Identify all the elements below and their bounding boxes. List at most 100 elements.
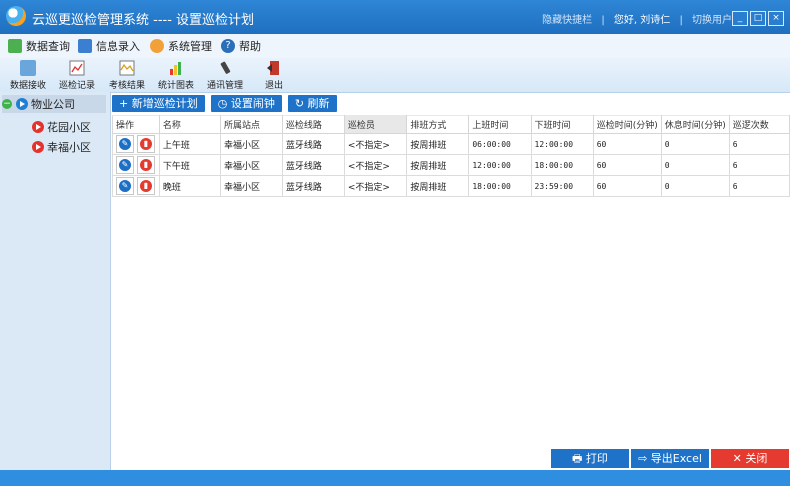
col-header-schedule: 排班方式 — [406, 115, 470, 134]
cell-duration: 60 — [592, 154, 662, 176]
col-header-ops: 操作 — [112, 115, 160, 134]
minimize-button[interactable]: _ — [732, 11, 748, 26]
cell-duration: 60 — [592, 133, 662, 155]
edit-button[interactable]: ✎ — [116, 156, 134, 174]
patrol-record-icon — [69, 60, 85, 76]
menu-label: 数据查询 — [26, 40, 70, 53]
tool-data-receive[interactable]: 数据接收 — [3, 60, 53, 91]
maximize-button[interactable]: □ — [750, 11, 766, 26]
close-button[interactable]: ✕ 关闭 — [711, 449, 789, 468]
cell-count: 6 — [728, 154, 790, 176]
edit-icon: ✎ — [119, 159, 131, 171]
tool-label: 退出 — [264, 81, 283, 91]
edit-icon: ✎ — [119, 138, 131, 150]
user-greeting: 您好, 刘诗仁 — [613, 15, 671, 26]
window-controls: _ □ × — [732, 11, 784, 26]
chart-icon — [170, 62, 181, 75]
collapse-icon[interactable]: − — [2, 99, 12, 109]
menu-system-manage[interactable]: 系统管理 — [150, 38, 212, 54]
table-header-row: 操作 名称 所属站点 巡检线路 巡检员 排班方式 上班时间 下班时间 巡检时间(… — [112, 115, 790, 134]
app-logo-icon — [6, 6, 26, 26]
data-receive-icon — [20, 60, 36, 76]
tool-exit[interactable]: 退出 — [249, 60, 299, 91]
delete-button[interactable]: ▮ — [137, 135, 155, 153]
col-header-end: 下班时间 — [530, 115, 594, 134]
tool-label: 统计图表 — [157, 81, 194, 91]
cell-start: 12:00:00 — [468, 154, 532, 176]
title-bar: 云巡更巡检管理系统 ---- 设置巡检计划 隐藏快捷栏 | 您好, 刘诗仁 | … — [0, 0, 790, 34]
cell-schedule: 按周排班 — [406, 154, 470, 176]
close-window-button[interactable]: × — [768, 11, 784, 26]
row-ops: ✎ ▮ — [112, 133, 160, 155]
table-row[interactable]: ✎ ▮ 上午班 幸福小区 蓝牙线路 <不指定> 按周排班 06:00:00 12:… — [112, 133, 790, 155]
tool-label: 巡检记录 — [58, 81, 95, 91]
site-tree-panel: − 物业公司 花园小区 幸福小区 — [0, 92, 111, 470]
cell-rest: 0 — [660, 175, 730, 197]
col-header-duration: 巡检时间(分钟) — [592, 115, 662, 134]
edit-button[interactable]: ✎ — [116, 177, 134, 195]
trash-icon: ▮ — [140, 180, 152, 192]
cell-duration: 60 — [592, 175, 662, 197]
cell-name: 上午班 — [158, 133, 221, 155]
hide-shortcut-link[interactable]: 隐藏快捷栏 — [542, 15, 592, 26]
cell-count: 6 — [728, 133, 790, 155]
tree-node-label: 幸福小区 — [47, 141, 91, 154]
set-alarm-button[interactable]: ◷ 设置闹钟 — [210, 95, 282, 112]
table-row[interactable]: ✎ ▮ 下午班 幸福小区 蓝牙线路 <不指定> 按周排班 12:00:00 18:… — [112, 154, 790, 176]
table-row[interactable]: ✎ ▮ 晚班 幸福小区 蓝牙线路 <不指定> 按周排班 18:00:00 23:5… — [112, 175, 790, 197]
print-button[interactable]: 🖶 打印 — [551, 449, 629, 468]
refresh-button[interactable]: ↻ 刷新 — [287, 95, 337, 112]
cell-rest: 0 — [660, 154, 730, 176]
tool-comm[interactable]: 通讯管理 — [200, 60, 250, 91]
cell-inspector: <不指定> — [343, 133, 408, 155]
tree-node-label: 花园小区 — [47, 121, 91, 134]
patrol-plan-table: 操作 名称 所属站点 巡检线路 巡检员 排班方式 上班时间 下班时间 巡检时间(… — [112, 115, 790, 197]
col-header-rest: 休息时间(分钟) — [660, 115, 730, 134]
cell-site: 幸福小区 — [219, 133, 283, 155]
cell-end: 12:00:00 — [530, 133, 594, 155]
window-title: 云巡更巡检管理系统 ---- 设置巡检计划 — [32, 13, 255, 28]
switch-user-link[interactable]: 切换用户 — [692, 15, 732, 26]
export-excel-button[interactable]: ⇨ 导出Excel — [631, 449, 709, 468]
site-node-icon — [32, 121, 44, 133]
cell-route: 蓝牙线路 — [281, 154, 345, 176]
tree-node-garden[interactable]: 花园小区 — [32, 119, 91, 135]
cell-route: 蓝牙线路 — [281, 133, 345, 155]
trash-icon: ▮ — [140, 159, 152, 171]
cell-schedule: 按周排班 — [406, 133, 470, 155]
tree-root-node[interactable]: − 物业公司 — [2, 95, 106, 113]
col-header-site: 所属站点 — [219, 115, 283, 134]
menu-info-entry[interactable]: 信息录入 — [78, 38, 140, 54]
tool-chart[interactable]: 统计图表 — [151, 60, 201, 91]
cell-site: 幸福小区 — [219, 175, 283, 197]
edit-button[interactable]: ✎ — [116, 135, 134, 153]
trash-icon: ▮ — [140, 138, 152, 150]
company-node-icon — [16, 98, 28, 110]
exit-icon — [267, 61, 279, 75]
bottom-margin — [0, 486, 790, 500]
add-plan-button[interactable]: + 新增巡检计划 — [112, 95, 205, 112]
status-bar — [0, 470, 790, 486]
tool-patrol-record[interactable]: 巡检记录 — [52, 60, 102, 91]
cell-start: 06:00:00 — [468, 133, 532, 155]
title-right-links: 隐藏快捷栏 | 您好, 刘诗仁 | 切换用户 — [542, 15, 732, 26]
col-header-start: 上班时间 — [468, 115, 532, 134]
delete-button[interactable]: ▮ — [137, 156, 155, 174]
row-ops: ✎ ▮ — [112, 175, 160, 197]
menu-help[interactable]: ? 帮助 — [221, 38, 261, 54]
cell-inspector: <不指定> — [343, 154, 408, 176]
tool-label: 考核结果 — [108, 81, 145, 91]
quick-toolbar: 数据接收 巡检记录 考核结果 统计图表 通讯管理 退出 — [0, 58, 790, 93]
tree-node-happiness[interactable]: 幸福小区 — [32, 139, 91, 155]
edit-icon: ✎ — [119, 180, 131, 192]
menu-bar: 数据查询 信息录入 系统管理 ? 帮助 — [0, 34, 790, 59]
tool-assessment[interactable]: 考核结果 — [102, 60, 152, 91]
menu-data-query[interactable]: 数据查询 — [8, 38, 70, 54]
cell-end: 23:59:00 — [530, 175, 594, 197]
delete-button[interactable]: ▮ — [137, 177, 155, 195]
col-header-route: 巡检线路 — [281, 115, 345, 134]
row-ops: ✎ ▮ — [112, 154, 160, 176]
cell-rest: 0 — [660, 133, 730, 155]
col-header-name: 名称 — [158, 115, 221, 134]
cell-inspector: <不指定> — [343, 175, 408, 197]
